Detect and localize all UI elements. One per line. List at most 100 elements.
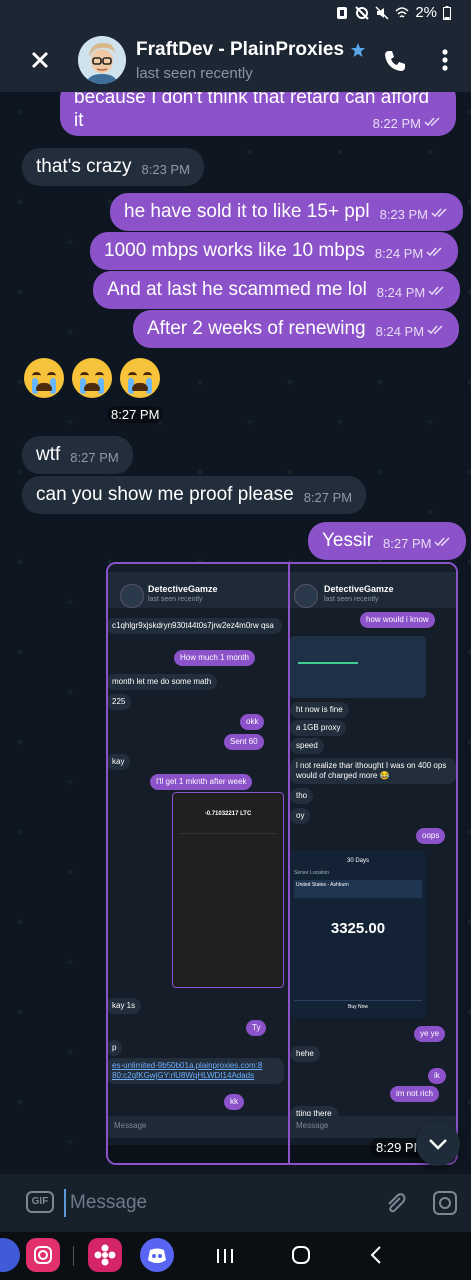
message-incoming[interactable]: can you show me proof please 8:27 PM	[22, 476, 367, 514]
back-icon[interactable]	[366, 1244, 388, 1266]
mini-message: 225	[108, 694, 132, 710]
last-seen: last seen recently	[136, 64, 253, 82]
message-text: that's crazy	[36, 156, 132, 177]
message-text: because I don't think that retard can af…	[74, 92, 430, 108]
mini-message: oops	[416, 828, 446, 844]
mini-plan: 30 Days	[346, 858, 369, 864]
message-incoming[interactable]: wtf 8:27 PM	[22, 436, 133, 474]
mini-message: speed	[290, 738, 324, 754]
mini-message: tho	[290, 788, 314, 804]
alarm-off-icon	[355, 5, 370, 20]
nfc-icon	[337, 6, 348, 19]
instagram-icon[interactable]	[26, 1238, 60, 1272]
mini-location: United States - Ashburn	[294, 880, 422, 898]
discord-icon[interactable]	[140, 1238, 174, 1272]
mini-price: 3325.00	[330, 920, 386, 937]
message-time: 8:23 PM	[141, 162, 190, 177]
mini-message: How much 1 month	[174, 650, 255, 666]
mini-message: a 1GB proxy	[290, 720, 347, 736]
message-outgoing[interactable]: Yessir 8:27 PM	[308, 522, 467, 560]
paperclip-icon[interactable]	[382, 1190, 408, 1216]
read-ticks-icon	[427, 325, 445, 335]
message-time: 8:27 PM	[107, 406, 164, 423]
screenshot-left: DetectiveGamze last seen recently c1qhlg…	[108, 564, 288, 1163]
mini-location-label: Server Location	[294, 870, 330, 876]
mini-header: DetectiveGamze last seen recently	[290, 572, 456, 608]
mini-message: hehe	[290, 1046, 320, 1062]
mini-avatar	[120, 584, 144, 608]
avatar[interactable]	[78, 36, 126, 84]
message-time: 8:24 PM	[376, 285, 426, 300]
mini-message: es-unlimited-9b50b01a.plainproxies.com:8…	[108, 1058, 284, 1084]
mini-message: ye ye	[414, 1026, 446, 1042]
message-outgoing[interactable]: he have sold it to like 15+ ppl 8:23 PM	[110, 193, 464, 231]
message-outgoing[interactable]: After 2 weeks of renewing 8:24 PM	[133, 310, 460, 348]
more-vertical-icon[interactable]	[432, 46, 458, 74]
message-incoming[interactable]: that's crazy 8:23 PM	[22, 148, 204, 186]
mini-message: p	[108, 1040, 123, 1056]
mini-subtitle: last seen recently	[148, 596, 203, 603]
message-input[interactable]	[64, 1189, 364, 1217]
crying-emoji-icon	[72, 358, 112, 398]
mini-title: DetectiveGamze	[324, 584, 394, 594]
mini-message: month let me do some math	[108, 674, 218, 690]
status-bar: 2%	[0, 0, 471, 28]
mini-nav	[108, 1145, 288, 1163]
message-text: he have sold it to like 15+ ppl	[124, 201, 370, 222]
message-time: 8:22 PM	[372, 116, 421, 131]
message-time: 8:27 PM	[303, 490, 353, 505]
gif-button[interactable]: GIF	[26, 1191, 54, 1213]
read-ticks-icon	[434, 537, 452, 547]
mini-buy-button: Buy Now	[294, 1000, 422, 1010]
message-text: wtf	[36, 444, 61, 465]
mute-icon	[375, 5, 389, 20]
screenshot-image-message[interactable]: DetectiveGamze last seen recently c1qhlg…	[106, 562, 458, 1165]
message-time: 8:27 PM	[383, 536, 432, 551]
read-ticks-icon	[428, 286, 446, 296]
recent-apps-icon[interactable]	[214, 1246, 236, 1266]
message-time: 8:24 PM	[375, 324, 425, 339]
mini-message: Ty	[246, 1020, 267, 1036]
screenshot-right: DetectiveGamze last seen recently how wo…	[288, 564, 456, 1163]
mini-message: ht now is fine	[290, 702, 349, 718]
mini-message: I'll get 1 mknth after week	[150, 774, 253, 790]
chat-title[interactable]: FraftDev - PlainProxies	[136, 39, 371, 61]
mini-message: oy	[290, 808, 311, 824]
mini-message: l not realize thar ithought I was on 400…	[290, 758, 456, 784]
instant-camera-icon[interactable]	[432, 1190, 458, 1216]
chat-area[interactable]: because I don't think that retard can af…	[0, 92, 471, 1174]
mini-message: c1qhlgr9xjskdryn930t44t0s7jrw2ez4m0rw qs…	[108, 618, 282, 634]
chat-title-text: FraftDev - PlainProxies	[136, 38, 345, 60]
mini-title: DetectiveGamze	[148, 584, 218, 594]
message-text: Yessir	[322, 530, 374, 551]
mini-wallet-screenshot: -0.71032217 LTC	[172, 792, 284, 988]
mini-chart-image	[290, 636, 426, 698]
status-icons: 2%	[335, 4, 451, 21]
close-icon[interactable]	[26, 46, 54, 74]
flower-app-icon[interactable]	[88, 1238, 122, 1272]
chevron-down-icon	[429, 1139, 447, 1150]
message-time: 8:24 PM	[374, 246, 424, 261]
message-text: And at last he scammed me lol	[107, 279, 367, 300]
mini-header: DetectiveGamze last seen recently	[108, 572, 288, 608]
mini-message: how would i know	[360, 612, 435, 628]
app-icon-blue[interactable]	[0, 1238, 20, 1272]
scroll-down-button[interactable]	[416, 1122, 460, 1166]
mini-message: ik	[428, 1068, 446, 1084]
crying-emoji-icon	[24, 358, 64, 398]
message-outgoing[interactable]: And at last he scammed me lol 8:24 PM	[93, 271, 461, 309]
message-time: 8:23 PM	[379, 207, 429, 222]
message-text: 1000 mbps works like 10 mbps	[104, 240, 365, 261]
message-text: After 2 weeks of renewing	[147, 318, 366, 339]
mini-avatar	[294, 584, 318, 608]
mini-checkout-panel: 30 Days Server Location United States - …	[290, 850, 426, 1018]
message-text: it	[74, 110, 84, 131]
read-ticks-icon	[431, 208, 449, 218]
mini-amount: -0.71032217 LTC	[204, 811, 252, 817]
home-icon[interactable]	[290, 1244, 312, 1266]
message-outgoing[interactable]: because I don't think that retard can af…	[60, 92, 456, 136]
message-outgoing[interactable]: 1000 mbps works like 10 mbps 8:24 PM	[90, 232, 459, 270]
phone-icon[interactable]	[382, 48, 408, 74]
mini-message: kay 1s	[108, 998, 142, 1014]
emoji-message[interactable]	[24, 358, 160, 398]
